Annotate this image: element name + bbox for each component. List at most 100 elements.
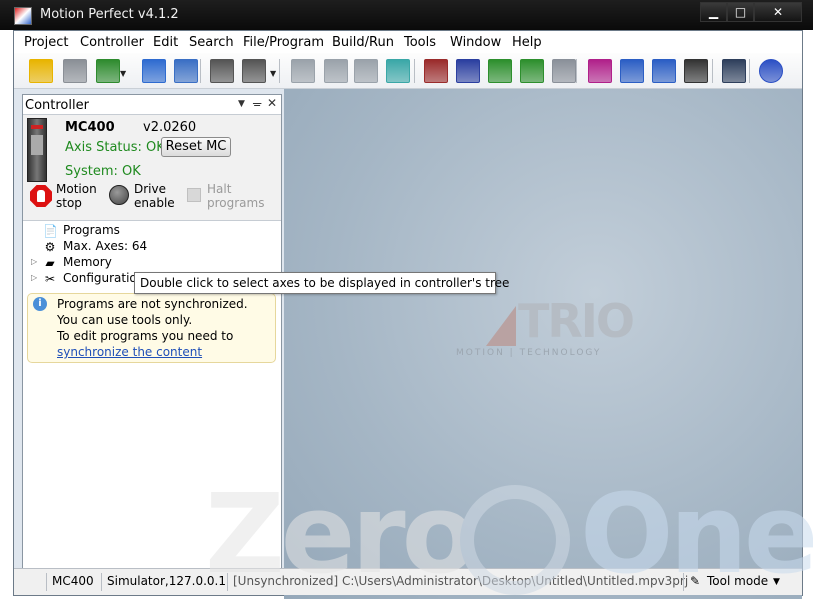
- toolbar-separator: [414, 59, 415, 83]
- connect-icon[interactable]: [96, 59, 120, 83]
- info-line-3: To edit programs you need to: [57, 329, 234, 343]
- save-icon[interactable]: [63, 59, 87, 83]
- table-icon[interactable]: [488, 59, 512, 83]
- menu-help[interactable]: Help: [512, 35, 542, 50]
- controller-version: v2.0260: [143, 120, 197, 135]
- tree-item-label: Memory: [63, 255, 112, 269]
- workspace-area: TRIO MOTION | TECHNOLOGY: [284, 89, 802, 599]
- trio-logo-text: TRIO: [518, 294, 635, 348]
- axis-params-icon[interactable]: [291, 59, 315, 83]
- halt-programs-label-2: programs: [207, 196, 265, 210]
- clock-icon[interactable]: [174, 59, 198, 83]
- trio-logo-tagline: MOTION | TECHNOLOGY: [456, 348, 602, 358]
- tree-item-label: Programs: [63, 223, 120, 237]
- tool-mode-chevron-icon[interactable]: ▼: [773, 577, 780, 587]
- status-divider: [101, 573, 102, 591]
- tree-tooltip: Double click to select axes to be displa…: [134, 272, 509, 294]
- application-window: Project Controller Edit Search File/Prog…: [13, 30, 803, 599]
- status-project-path: [Unsynchronized] C:\Users\Administrator\…: [233, 574, 689, 588]
- robot-icon[interactable]: [386, 59, 410, 83]
- toolbar-separator: [200, 59, 201, 83]
- menu-bar: Project Controller Edit Search File/Prog…: [14, 31, 802, 53]
- scope-icon[interactable]: [456, 59, 480, 83]
- panel-title: Controller: [25, 98, 89, 113]
- tool-mode-dropdown[interactable]: Tool mode: [707, 574, 768, 588]
- app-icon: [14, 7, 32, 25]
- jog-icon[interactable]: [424, 59, 448, 83]
- title-bar: Motion Perfect v4.1.2 ▁ □ ✕: [0, 0, 813, 30]
- toolbar-separator: [712, 59, 713, 83]
- expand-arrow-icon[interactable]: ▷: [31, 273, 37, 282]
- programs-icon: 📄: [43, 224, 58, 238]
- menu-file-program[interactable]: File/Program: [243, 35, 324, 50]
- settings-gear-icon[interactable]: [722, 59, 746, 83]
- motion-stop-icon[interactable]: [30, 185, 52, 207]
- graph-icon[interactable]: [552, 59, 576, 83]
- info-line-2: You can use tools only.: [57, 313, 193, 327]
- halt-programs-label-1: Halt: [207, 182, 232, 196]
- reset-mc-button[interactable]: Reset MC: [161, 137, 231, 157]
- toolbar: ▼ ▼: [14, 53, 802, 89]
- controller-model: MC400: [65, 120, 115, 135]
- status-divider: [683, 573, 684, 591]
- synchronize-link[interactable]: synchronize the content: [57, 344, 202, 360]
- watch-icon[interactable]: [652, 59, 676, 83]
- status-divider: [227, 573, 228, 591]
- status-bar: MC400 Simulator,127.0.0.1 [Unsynchronize…: [14, 568, 802, 595]
- motion-stop-label-2: stop: [56, 196, 82, 210]
- halt-programs-icon: [187, 188, 201, 202]
- vr-icon[interactable]: [620, 59, 644, 83]
- toolbar-separator: [749, 59, 750, 83]
- diagnostics-icon[interactable]: [684, 59, 708, 83]
- panel-close-button[interactable]: ✕: [267, 96, 277, 110]
- maximize-button[interactable]: □: [727, 2, 754, 22]
- expand-arrow-icon[interactable]: ▷: [31, 257, 37, 266]
- vr-table-icon[interactable]: [588, 59, 612, 83]
- help-icon[interactable]: [759, 59, 783, 83]
- system-status: System: OK: [65, 164, 141, 179]
- motion-stop-label-1: Motion: [56, 182, 97, 196]
- menu-search[interactable]: Search: [189, 35, 234, 50]
- menu-tools[interactable]: Tools: [404, 35, 436, 50]
- io-icon[interactable]: [324, 59, 348, 83]
- controller-summary: MC400 v2.0260 Axis Status: OK Reset MC S…: [23, 115, 281, 221]
- menu-controller[interactable]: Controller: [80, 35, 144, 50]
- info-icon: i: [33, 297, 47, 311]
- close-button[interactable]: ✕: [754, 2, 802, 22]
- axis-status: Axis Status: OK: [65, 140, 165, 155]
- drive-enable-icon[interactable]: [109, 185, 129, 205]
- tree-item-label: Max. Axes: 64: [63, 239, 148, 253]
- trio-logo: TRIO MOTION | TECHNOLOGY: [456, 294, 656, 362]
- drive-enable-button[interactable]: Drive enable: [134, 182, 175, 210]
- panel-header: Controller ▼ ᚚ ✕: [23, 95, 281, 115]
- menu-build-run[interactable]: Build/Run: [332, 35, 394, 50]
- axes-icon: ⚙: [44, 240, 56, 254]
- configuration-icon: ✂: [44, 272, 56, 286]
- sync-icon[interactable]: [142, 59, 166, 83]
- tool-mode-icon: ✎: [690, 574, 701, 588]
- toolbar-dropdown-icon[interactable]: ▼: [270, 69, 276, 78]
- panel-menu-dropdown[interactable]: ▼: [238, 99, 245, 109]
- list-icon[interactable]: [520, 59, 544, 83]
- toolbar-separator: [279, 59, 280, 83]
- tree-item-label: Configuratio: [63, 271, 137, 285]
- menu-window[interactable]: Window: [450, 35, 501, 50]
- toolbar-dropdown-icon[interactable]: ▼: [120, 69, 126, 78]
- terminal-icon[interactable]: [210, 59, 234, 83]
- open-project-icon[interactable]: [29, 59, 53, 83]
- controller-device-icon: [27, 118, 47, 182]
- pin-icon[interactable]: ᚚ: [253, 96, 261, 110]
- status-connection: Simulator,127.0.0.1: [107, 574, 226, 588]
- menu-project[interactable]: Project: [24, 35, 68, 50]
- minimize-button[interactable]: ▁: [700, 2, 727, 22]
- analog-icon[interactable]: [354, 59, 378, 83]
- motion-stop-button[interactable]: Motion stop: [56, 182, 97, 210]
- sync-info-box: i Programs are not synchronized. You can…: [27, 293, 276, 363]
- drive-enable-label-1: Drive: [134, 182, 166, 196]
- controller-panel: Controller ▼ ᚚ ✕ MC400 v2.0260 Axis Stat…: [22, 94, 282, 591]
- window-title: Motion Perfect v4.1.2: [40, 7, 179, 22]
- menu-edit[interactable]: Edit: [153, 35, 178, 50]
- trio-logo-triangle: [486, 306, 516, 346]
- window-icon[interactable]: [242, 59, 266, 83]
- status-divider: [46, 573, 47, 591]
